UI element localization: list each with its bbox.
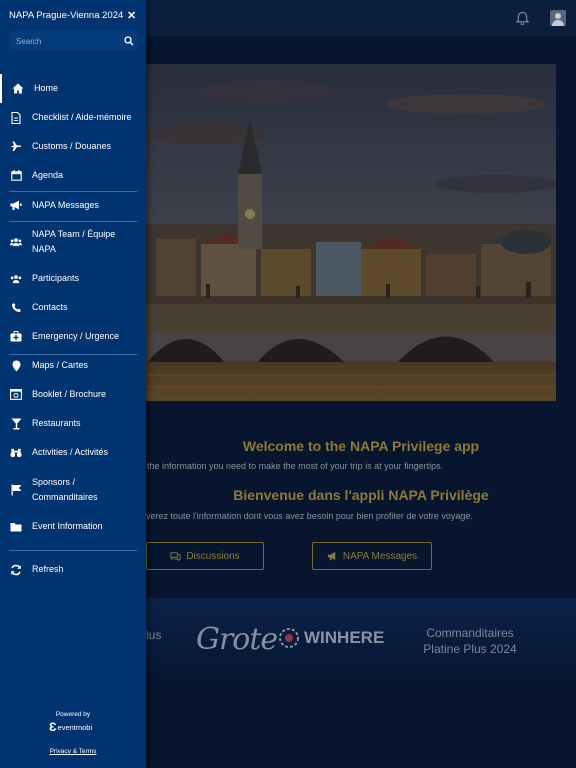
folder-icon — [10, 521, 22, 533]
eventmobi-text: eventmobi — [57, 722, 93, 732]
sidebar-item-activities[interactable]: Activities / Activités — [0, 438, 146, 467]
sidebar-item-label: Agenda — [32, 170, 64, 180]
booklet-icon — [10, 389, 22, 401]
first-aid-icon — [10, 331, 22, 343]
privacy-terms-link[interactable]: Privacy & Terms — [0, 748, 146, 755]
sidebar-item-label: Sponsors / Commanditaires — [32, 476, 98, 502]
divider — [9, 550, 137, 551]
napa-messages-button-label: NAPA Messages — [342, 550, 418, 562]
sidebar-item-contacts[interactable]: Contacts — [0, 293, 146, 322]
winhere-mark-icon — [279, 628, 299, 648]
sidebar-item-agenda[interactable]: Agenda — [0, 161, 146, 190]
cocktail-icon — [10, 418, 22, 430]
search-icon[interactable] — [124, 36, 134, 46]
discussions-button[interactable]: Discussions — [146, 542, 264, 570]
users-icon — [10, 273, 22, 285]
sidebar-item-customs[interactable]: Customs / Douanes — [0, 132, 146, 161]
powered-by-text: Powered by — [55, 711, 91, 718]
binoculars-icon — [10, 447, 22, 459]
calendar-icon — [10, 170, 22, 182]
home-icon — [12, 83, 24, 95]
refresh-label: Refresh — [32, 564, 64, 574]
flag-icon — [10, 484, 22, 496]
sidebar-nav: Home Checklist / Aide-mémoire Customs / … — [0, 74, 146, 575]
napa-messages-button[interactable]: NAPA Messages — [312, 542, 432, 570]
search-box — [9, 31, 138, 51]
sidebar-item-checklist[interactable]: Checklist / Aide-mémoire — [0, 103, 146, 132]
airplane-icon — [10, 141, 22, 153]
bienvenue-title: Bienvenue dans l'appli NAPA Privilège — [233, 487, 489, 503]
sidebar-item-label: Customs / Douanes — [32, 141, 112, 151]
sidebar-item-event-information[interactable]: Event Information — [0, 512, 146, 541]
sponsor-partial-text: lus — [146, 628, 162, 642]
sidebar-item-label: Event Information — [32, 521, 103, 531]
map-pin-icon — [10, 360, 22, 372]
close-icon[interactable]: ✕ — [127, 9, 136, 22]
sidebar-item-napa-messages[interactable]: NAPA Messages — [0, 190, 146, 220]
eventmobi-logo: Ɛ eventmobi — [49, 720, 92, 734]
megaphone-icon — [327, 551, 336, 561]
sidebar-item-participants[interactable]: Participants — [0, 264, 146, 293]
sidebar-item-napa-team[interactable]: NAPA Team / Équipe NAPA — [0, 220, 146, 264]
sidebar-item-label: Participants — [32, 273, 80, 283]
sidebar-item-label: NAPA Messages — [32, 199, 99, 210]
sidebar-item-label: Booklet / Brochure — [32, 389, 107, 399]
bell-icon[interactable] — [515, 11, 530, 26]
megaphone-icon — [10, 199, 22, 211]
welcome-title: Welcome to the NAPA Privilege app — [242, 438, 480, 454]
event-title: NAPA Prague-Vienna 2024 — [9, 10, 124, 21]
sidebar-item-label: NAPA Team / Équipe NAPA — [32, 229, 116, 254]
sidebar-item-home[interactable]: Home — [0, 74, 146, 103]
grote-logo: Grote — [196, 622, 278, 657]
discussions-button-label: Discussions — [186, 550, 240, 562]
avatar[interactable] — [550, 10, 566, 26]
phone-icon — [10, 302, 22, 314]
chat-icon — [170, 552, 181, 561]
winhere-logo: WINHERE — [278, 627, 384, 649]
commanditaires-text: Commanditaires Platine Plus 2024 — [423, 626, 517, 656]
team-icon — [10, 236, 22, 248]
refresh-icon — [10, 564, 22, 576]
eventmobi-mark-icon: Ɛ — [49, 720, 57, 734]
sidebar-item-label: Home — [34, 83, 59, 93]
bienvenue-subtitle: verez toute l'information dont vous avez… — [146, 511, 473, 521]
sidebar-item-label: Emergency / Urgence — [32, 331, 120, 341]
side-drawer: NAPA Prague-Vienna 2024 ✕ Home Checklist… — [0, 0, 146, 768]
sidebar-item-restaurants[interactable]: Restaurants — [0, 409, 146, 438]
welcome-subtitle: the information you need to make the mos… — [147, 461, 444, 471]
sidebar-item-emergency[interactable]: Emergency / Urgence — [0, 322, 146, 351]
document-icon — [10, 111, 22, 124]
refresh-button[interactable]: Refresh — [0, 555, 146, 584]
sidebar-item-booklet[interactable]: Booklet / Brochure — [0, 380, 146, 409]
sidebar-item-label: Restaurants — [32, 418, 81, 428]
sidebar-item-label: Maps / Cartes — [32, 360, 89, 370]
sidebar-item-maps[interactable]: Maps / Cartes — [0, 351, 146, 380]
sidebar-item-label: Contacts — [32, 302, 68, 312]
sidebar-item-label: Checklist / Aide-mémoire — [32, 112, 132, 122]
sidebar-item-sponsors[interactable]: Sponsors / Commanditaires — [0, 467, 146, 512]
search-input[interactable] — [16, 35, 116, 47]
sidebar-item-label: Activities / Activités — [32, 447, 109, 457]
hero-image — [146, 64, 556, 401]
winhere-text: WINHERE — [304, 628, 385, 647]
